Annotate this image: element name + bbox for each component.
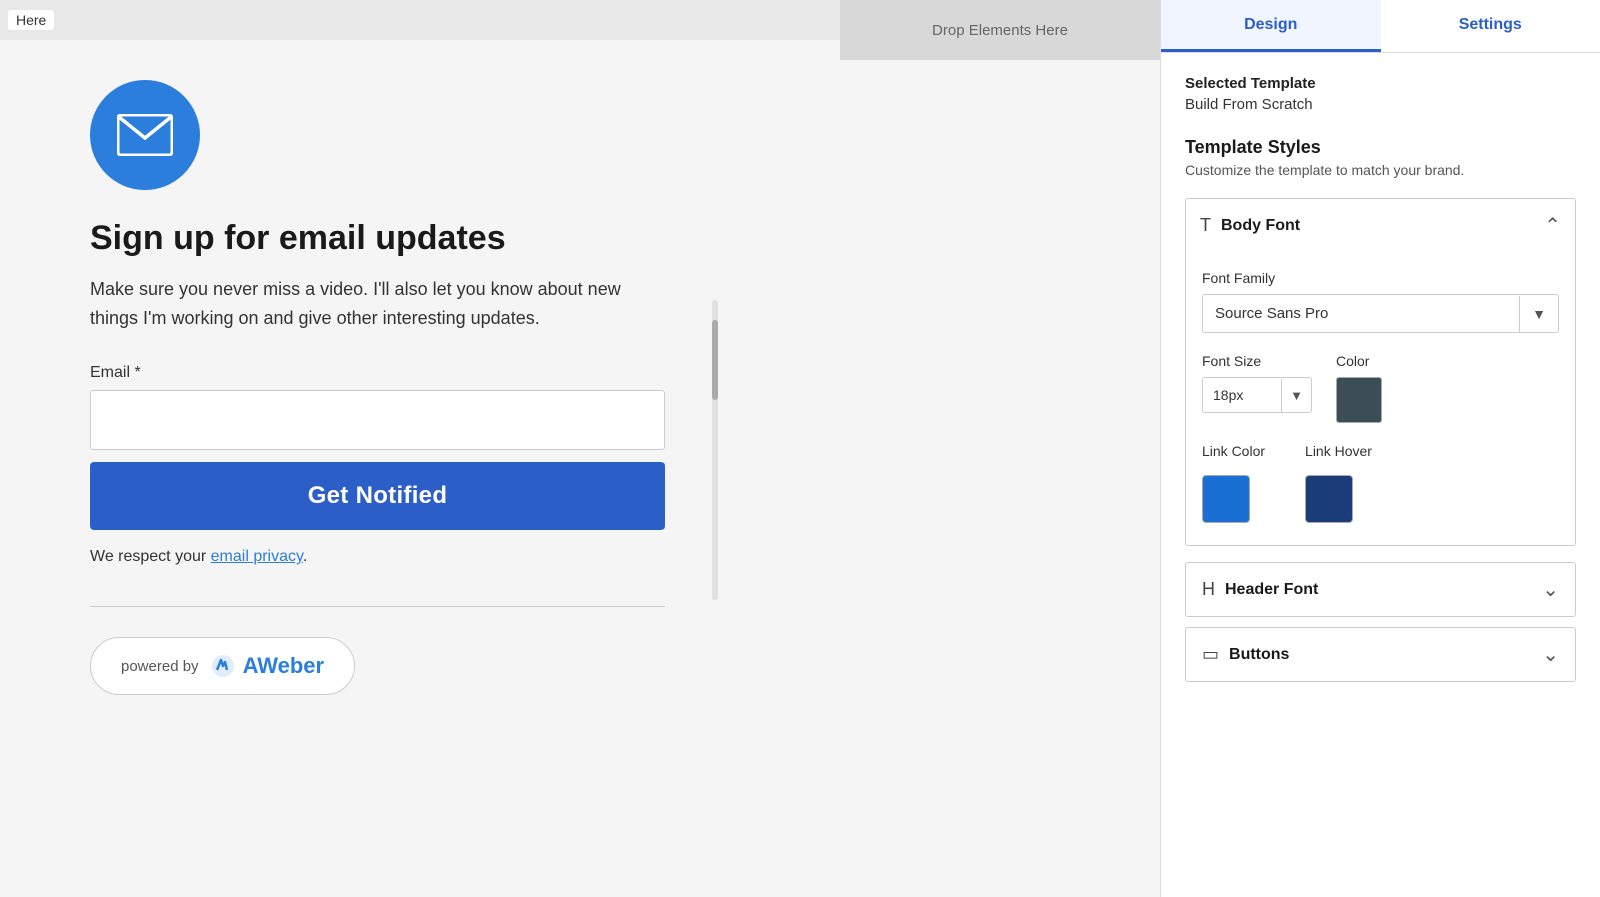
scrollbar-track[interactable] [712,300,718,600]
body-font-title: Body Font [1221,217,1300,235]
link-hover-label: Link Hover [1305,443,1372,459]
color-swatch[interactable] [1336,377,1382,423]
font-size-selector[interactable]: 18px ▼ [1202,377,1312,413]
font-family-value: Source Sans Pro [1203,295,1519,332]
email-icon-wrapper [90,80,200,190]
aweber-logo-icon [209,652,237,680]
tab-design[interactable]: Design [1161,0,1381,52]
left-panel: Here Drop Elements Here Sign up for emai… [0,0,1160,897]
body-font-chevron: ⌃ [1544,213,1561,238]
aweber-brand-text: AWeber [243,653,325,679]
tab-settings[interactable]: Settings [1381,0,1600,52]
font-family-dropdown-arrow[interactable]: ▼ [1519,296,1558,332]
link-color-swatch[interactable] [1202,475,1250,523]
buttons-icon: ▭ [1202,644,1219,665]
header-font-icon: H [1202,579,1215,600]
buttons-section[interactable]: ▭ Buttons ⌄ [1185,627,1576,682]
link-color-col: Link Color [1202,443,1265,523]
form-container: Sign up for email updates Make sure you … [0,50,780,735]
color-col: Color [1336,353,1382,423]
buttons-chevron: ⌄ [1542,642,1559,667]
email-input[interactable] [90,390,665,450]
tab-bar: Design Settings [1161,0,1600,53]
form-description: Make sure you never miss a video. I'll a… [90,275,630,333]
header-font-left: H Header Font [1202,579,1318,600]
body-font-section-header[interactable]: T Body Font ⌃ [1185,198,1576,252]
link-color-label: Link Color [1202,443,1265,459]
font-size-dropdown-arrow[interactable]: ▼ [1281,379,1311,412]
privacy-text: We respect your email privacy. [90,548,720,566]
scrollbar-thumb[interactable] [712,320,718,400]
link-hover-col: Link Hover [1305,443,1372,523]
submit-button[interactable]: Get Notified [90,462,665,530]
font-size-color-row: Font Size 18px ▼ Color [1202,353,1559,423]
body-font-icon: T [1200,215,1211,236]
font-family-selector[interactable]: Source Sans Pro ▼ [1202,294,1559,333]
font-size-value: 18px [1203,378,1281,412]
template-styles-title: Template Styles [1185,137,1576,158]
header-font-section[interactable]: H Header Font ⌄ [1185,562,1576,617]
body-font-header-left: T Body Font [1200,215,1300,236]
font-size-label: Font Size [1202,353,1312,369]
here-label: Here [8,10,54,30]
aweber-badge: powered by AWeber [90,637,355,695]
buttons-left: ▭ Buttons [1202,644,1289,665]
divider [90,606,665,607]
aweber-logo: AWeber [209,652,325,680]
body-font-section-body: Font Family Source Sans Pro ▼ Font Size … [1185,252,1576,546]
privacy-link[interactable]: email privacy [211,548,303,565]
form-title: Sign up for email updates [90,218,720,259]
selected-template-value: Build From Scratch [1185,96,1576,113]
header-font-title: Header Font [1225,581,1318,599]
font-family-label: Font Family [1202,270,1559,286]
template-styles-desc: Customize the template to match your bra… [1185,162,1576,178]
email-label: Email * [90,364,720,382]
privacy-text-before: We respect your [90,548,211,565]
panel-content: Selected Template Build From Scratch Tem… [1161,53,1600,897]
buttons-title: Buttons [1229,646,1289,664]
selected-template-label: Selected Template [1185,75,1576,92]
drop-zone-text: Drop Elements Here [932,22,1068,39]
powered-by-text: powered by [121,658,199,675]
privacy-text-after: . [303,548,307,565]
link-hover-swatch[interactable] [1305,475,1353,523]
color-label: Color [1336,353,1382,369]
link-colors-row: Link Color Link Hover [1202,443,1559,523]
email-icon [117,114,173,156]
font-size-col: Font Size 18px ▼ [1202,353,1312,413]
right-panel: Design Settings Selected Template Build … [1160,0,1600,897]
header-font-chevron: ⌄ [1542,577,1559,602]
drop-zone[interactable]: Drop Elements Here [840,0,1160,60]
